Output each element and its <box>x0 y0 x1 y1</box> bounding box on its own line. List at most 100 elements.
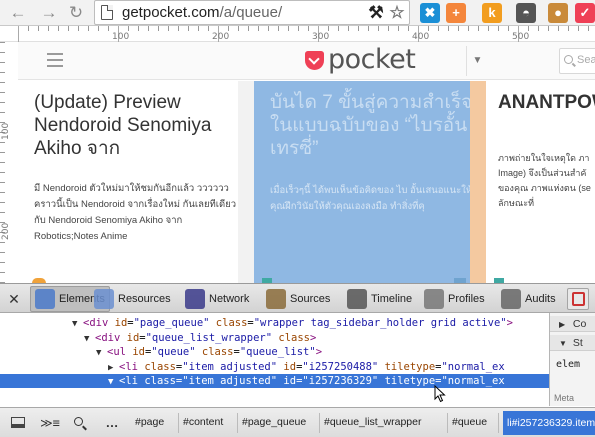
collapse-icon: ▼ <box>559 339 567 348</box>
puzzle-extension-icon[interactable]: ✖ <box>420 3 440 23</box>
ruler-tick <box>588 26 589 31</box>
ruler-tick <box>198 26 199 31</box>
star-icon[interactable]: ☆ <box>387 3 407 23</box>
dom-attr-value: "normal_ex <box>441 375 505 387</box>
ruler-tick <box>348 26 349 31</box>
section-label: St <box>572 337 583 349</box>
more-panels-icon[interactable] <box>567 288 589 310</box>
dom-tree[interactable]: ▼ <div id="page_queue" class="wrapper tag… <box>0 313 549 406</box>
breadcrumb-item[interactable]: #queue <box>452 416 487 428</box>
ruler-tick <box>128 26 129 31</box>
tab-network[interactable]: Network <box>181 286 253 312</box>
style-rule-selector[interactable]: elem <box>556 359 580 370</box>
article-card[interactable]: ANANTPOW ภาพถ่ายในใจเหตุใด ภา Image) จึง… <box>486 81 595 283</box>
article-title[interactable]: (Update) Preview Nendoroid Senomiya Akih… <box>34 91 234 160</box>
ruler-tick <box>388 26 389 31</box>
forward-button[interactable]: → <box>39 3 59 23</box>
tab-sources[interactable]: Sources <box>262 286 334 312</box>
ruler-tick <box>0 272 5 273</box>
collapse-node-icon[interactable]: ▼ <box>84 332 95 346</box>
ruler-tick <box>0 92 5 93</box>
ruler-tick <box>0 42 5 43</box>
tab-audits[interactable]: Audits <box>497 286 560 312</box>
ruler-tick <box>0 262 5 263</box>
tab-resources[interactable]: Resources <box>90 286 175 312</box>
more-icon[interactable]: … <box>100 411 124 435</box>
ruler-tick <box>98 26 99 31</box>
save-to-pocket-icon[interactable]: ✓ <box>575 3 595 23</box>
dock-icon[interactable] <box>6 411 30 435</box>
plus-extension-icon[interactable]: + <box>446 3 466 23</box>
styles-section-header[interactable]: ▼ St <box>550 335 595 351</box>
tab-label: Network <box>209 293 250 305</box>
chevron-down-icon[interactable]: ▼ <box>466 46 488 76</box>
ruler-tick <box>428 26 429 31</box>
breadcrumb-item-active[interactable]: li#i257236329.item <box>503 411 595 435</box>
back-button[interactable]: ← <box>8 3 28 23</box>
dom-tag-name: div <box>101 331 121 344</box>
article-title[interactable]: บันได 7 ขั้นสู่ความสำเร็จ ในแบบฉบับของ “… <box>270 91 470 160</box>
reload-button[interactable]: ↻ <box>66 3 86 23</box>
ruler-tick <box>408 26 409 31</box>
console-icon[interactable]: ≫≡ <box>38 411 62 435</box>
breadcrumb-item[interactable]: #queue_list_wrapper <box>324 416 421 428</box>
collapse-node-icon[interactable]: ▼ <box>96 346 107 360</box>
tab-label: Sources <box>290 293 331 305</box>
search-input[interactable]: Sea <box>559 48 595 74</box>
ruler-label: 300 <box>312 32 330 42</box>
reload-icon: ↻ <box>68 3 84 22</box>
ruler-label: 400 <box>412 32 430 42</box>
ruler-tick <box>58 26 59 31</box>
profiles-icon <box>424 289 444 309</box>
ruler-tick <box>48 26 49 31</box>
breadcrumb-separator <box>237 413 238 433</box>
ruler-tick <box>158 26 159 31</box>
expand-node-icon[interactable]: ▶ <box>108 361 119 375</box>
network-icon <box>185 289 205 309</box>
url-text[interactable]: getpocket.com/a/queue/ <box>122 4 282 21</box>
tab-timeline[interactable]: Timeline <box>343 286 416 312</box>
ruler-label: 100 <box>112 32 130 42</box>
dom-node[interactable]: ▼ <div id="page_queue" class="wrapper tag… <box>0 316 549 330</box>
dom-node[interactable]: ▼ <div id="queue_list_wrapper" class> <box>0 331 549 345</box>
close-devtools-icon[interactable]: ✕ <box>2 286 26 312</box>
address-bar[interactable]: getpocket.com/a/queue/ <box>94 0 410 25</box>
article-title[interactable]: ANANTPOW <box>498 91 595 114</box>
ruler-tick <box>508 26 509 31</box>
dom-node-selected[interactable]: ▼ <li class="item adjusted" id="i25723632… <box>0 374 549 388</box>
hamburger-menu-icon[interactable] <box>47 53 63 67</box>
dom-attr-value: "normal_ex <box>441 360 505 373</box>
ruler-tick <box>0 212 5 213</box>
dom-attr-value: "i257236329" <box>302 375 379 387</box>
metrics-label: Meta <box>554 393 575 403</box>
breadcrumb-item[interactable]: #content <box>183 416 223 428</box>
dom-node[interactable]: ▶ <li class="item adjusted" id="i25725048… <box>0 360 549 374</box>
page-viewport: 100 200 300 400 500 100 200 pocket ▼ Sea (Upd… <box>0 26 595 283</box>
search-icon[interactable] <box>68 411 92 435</box>
dom-attr-name: id <box>114 317 128 329</box>
collapse-node-icon[interactable]: ▼ <box>72 317 83 331</box>
resources-icon <box>94 289 114 309</box>
ruler-tick <box>88 26 89 31</box>
ruler-tick <box>18 26 19 42</box>
article-card[interactable]: (Update) Preview Nendoroid Senomiya Akih… <box>18 81 238 283</box>
arrow-left-icon: ← <box>9 3 27 22</box>
cookie-extension-icon[interactable]: ● <box>548 3 568 23</box>
breadcrumb-item[interactable]: #page <box>135 416 164 428</box>
styles-sidebar[interactable]: ▶ Co ▼ St elem Meta <box>549 313 595 406</box>
collapse-node-icon[interactable]: ▼ <box>108 375 119 389</box>
dom-node[interactable]: ▼ <ul id="queue" class="queue_list"> <box>0 345 549 359</box>
breadcrumb-item[interactable]: #page_queue <box>242 416 306 428</box>
section-label: Co <box>572 318 587 330</box>
ruler-tick <box>268 26 269 31</box>
article-card-highlighted[interactable]: บันได 7 ขั้นสู่ความสำเร็จ ในแบบฉบับของ “… <box>254 81 470 283</box>
tab-profiles[interactable]: Profiles <box>420 286 489 312</box>
ruler-tick <box>0 242 5 243</box>
spy-extension-icon[interactable]: ⚒ <box>366 3 386 23</box>
glasses-extension-icon[interactable]: ◓ <box>516 3 536 23</box>
dom-attr-name: id <box>132 346 145 358</box>
computed-section-header[interactable]: ▶ Co <box>550 316 595 332</box>
k-extension-icon[interactable]: k <box>482 3 502 23</box>
tab-label: Audits <box>525 293 556 305</box>
browser-toolbar: ← → ↻ getpocket.com/a/queue/ ⚒ ☆ ✖ + k ◓ ● ✓ <box>0 0 595 26</box>
